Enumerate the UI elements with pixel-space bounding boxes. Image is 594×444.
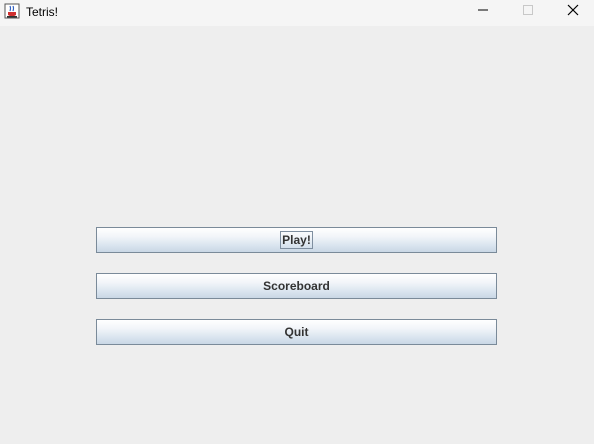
scoreboard-button-label: Scoreboard: [263, 279, 330, 293]
minimize-button[interactable]: [461, 0, 505, 24]
maximize-icon: [522, 3, 534, 21]
maximize-button[interactable]: [506, 0, 550, 24]
java-cup-icon[interactable]: [4, 3, 20, 19]
play-button-label: Play!: [280, 231, 313, 249]
minimize-icon: [477, 3, 489, 21]
play-button[interactable]: Play!: [96, 227, 497, 253]
quit-button[interactable]: Quit: [96, 319, 497, 345]
close-icon: [567, 3, 579, 21]
scoreboard-button[interactable]: Scoreboard: [96, 273, 497, 299]
close-button[interactable]: [551, 0, 594, 24]
quit-button-label: Quit: [284, 325, 309, 339]
main-menu-panel: Play! Scoreboard Quit: [0, 26, 594, 444]
window-title: Tetris!: [26, 5, 59, 19]
app-window: Tetris! Play! Scoreboard Quit: [0, 0, 594, 444]
title-bar[interactable]: Tetris!: [0, 0, 594, 26]
